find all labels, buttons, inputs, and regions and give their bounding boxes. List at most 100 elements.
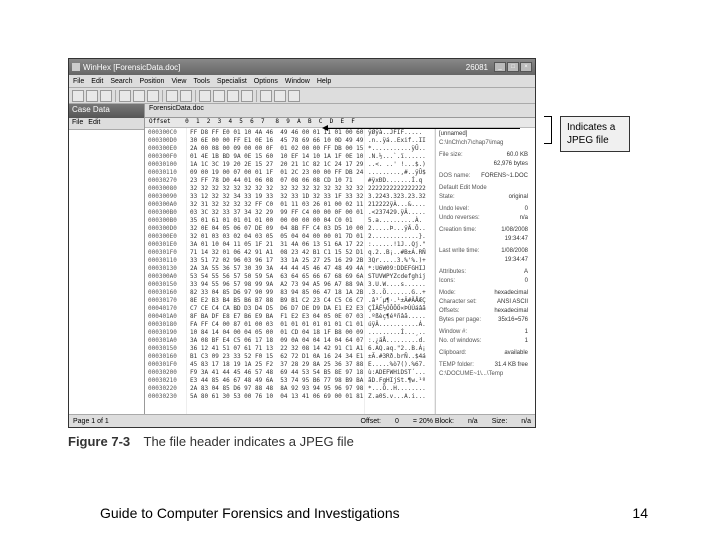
undo-rev-value: n/a [520,214,528,222]
tool-save-icon[interactable] [86,90,98,102]
undo-rev-label: Undo reverses: [439,214,480,222]
side-title: Case Data [69,104,144,118]
bpp-value: 35x16=576 [498,316,528,324]
figure-caption-text: The file header indicates a JPEG file [144,434,354,449]
creation-date: 1/08/2008 [501,226,528,234]
window-value: 1 [525,328,528,336]
doc-tab[interactable]: ForensicData.doc [145,104,535,118]
dos-label: DOS name: [439,172,470,180]
offset-column: 000300C0 000300D0 000300E0 000300F0 0003… [145,128,187,414]
callout-box: Indicates a JPEG file [560,116,630,152]
attr-label: Attributes: [439,268,466,276]
status-page: Page 1 of 1 [73,418,109,425]
menu-position[interactable]: Position [140,78,165,85]
tool-copy-icon[interactable] [133,90,145,102]
minimize-button[interactable]: _ [494,62,506,72]
temp-label: TEMP folder: [439,361,474,369]
attr-value: A [524,268,528,276]
page-number: 14 [632,505,648,521]
maximize-button[interactable]: □ [507,62,519,72]
creation-time: 19:34:47 [505,235,528,243]
figure-caption: Figure 7-3 The file header indicates a J… [68,434,652,449]
status-size-value: n/a [521,418,531,425]
hex-view[interactable]: 000300C0 000300D0 000300E0 000300F0 0003… [145,128,535,414]
menu-view[interactable]: View [171,78,186,85]
statusbar: Page 1 of 1 Offset: 0 = 20% Block: n/a S… [69,414,535,427]
menu-search[interactable]: Search [110,78,132,85]
tool-open-icon[interactable] [72,90,84,102]
tool-print-icon[interactable] [100,90,112,102]
window-title: WinHex [ForensicData.doc] [83,63,180,72]
charset-value: ANSI ASCII [497,298,528,306]
undo-value: 0 [525,205,528,213]
undo-label: Undo level: [439,205,469,213]
side-edit[interactable]: Edit [88,119,100,128]
tool-nav1-icon[interactable] [199,90,211,102]
write-label: Last write time: [439,247,479,255]
status-size-label: Size: [492,418,508,425]
menu-options[interactable]: Options [254,78,278,85]
winhex-window: WinHex [ForensicData.doc] 26081 _ □ × Fi… [68,58,536,428]
state-value: original [509,193,528,201]
write-time: 19:34:47 [505,256,528,264]
status-offset-label: Offset: [361,418,382,425]
menu-specialist[interactable]: Specialist [217,78,247,85]
clipboard-value: available [504,349,528,357]
status-block: = 20% Block: [413,418,454,425]
offsets-value: hexadecimal [494,307,528,315]
window-label: Window #: [439,328,467,336]
info-panel: [unnamed] C:\InCh\ch7\chap7\imag File si… [435,128,531,414]
dos-value: FORENS~1.DOC [481,172,528,180]
mode-label: Mode: [439,289,456,297]
tool-y-icon[interactable] [274,90,286,102]
default-edit-label: Default Edit Mode [439,184,487,192]
side-panel: Case Data File Edit [69,104,145,414]
tool-nav2-icon[interactable] [213,90,225,102]
toolbar [69,88,535,104]
app-icon [72,63,80,71]
creation-label: Creation time: [439,226,476,234]
ascii-column[interactable]: ÿØÿà..JFIF..... .n..ÿá..Exif..II *......… [365,128,435,414]
temp-path: C:\DOCUME~1\...\Temp [439,370,503,378]
side-body [69,130,144,414]
temp-size: 31.4 KB free [495,361,528,369]
clipboard-label: Clipboard: [439,349,466,357]
bpp-label: Bytes per page: [439,316,481,324]
clipboards-label: No. of windows: [439,337,481,345]
footer-text: Guide to Computer Forensics and Investig… [100,505,400,521]
unnamed-label: [unnamed] [439,130,467,138]
menu-edit[interactable]: Edit [91,78,103,85]
tool-nav4-icon[interactable] [241,90,253,102]
status-offset-value: 0 [395,418,399,425]
menubar: File Edit Search Position View Tools Spe… [69,75,535,88]
menu-file[interactable]: File [73,78,84,85]
main-area: ForensicData.doc Offset 0 1 2 3 4 5 6 7 … [145,104,535,414]
state-label: State: [439,193,455,201]
bytes-value: 62,976 bytes [494,160,528,168]
tool-paste-icon[interactable] [147,90,159,102]
menu-tools[interactable]: Tools [193,78,209,85]
path-value: C:\InCh\ch7\chap7\imag [439,139,503,147]
clipboards-value: 1 [525,337,528,345]
tool-nav3-icon[interactable] [227,90,239,102]
tool-find-icon[interactable] [119,90,131,102]
figure-number: Figure 7-3 [68,434,130,449]
tool-z-icon[interactable] [288,90,300,102]
close-button[interactable]: × [520,62,532,72]
tool-x-icon[interactable] [260,90,272,102]
menu-window[interactable]: Window [285,78,310,85]
status-na: n/a [468,418,478,425]
charset-label: Character set: [439,298,477,306]
hex-bytes-column[interactable]: FF D8 FF E0 01 10 4A 46 49 46 00 01 11 0… [187,128,365,414]
callout-arrow [324,128,520,129]
tool-b-icon[interactable] [180,90,192,102]
offsets-label: Offsets: [439,307,460,315]
mode-value: hexadecimal [494,289,528,297]
menu-help[interactable]: Help [317,78,331,85]
tool-a-icon[interactable] [166,90,178,102]
filesize-value: 60.0 KB [507,151,528,159]
side-file[interactable]: File [72,119,83,128]
write-date: 1/08/2008 [501,247,528,255]
titlebar: WinHex [ForensicData.doc] 26081 _ □ × [69,59,535,75]
callout-bracket [544,116,552,144]
